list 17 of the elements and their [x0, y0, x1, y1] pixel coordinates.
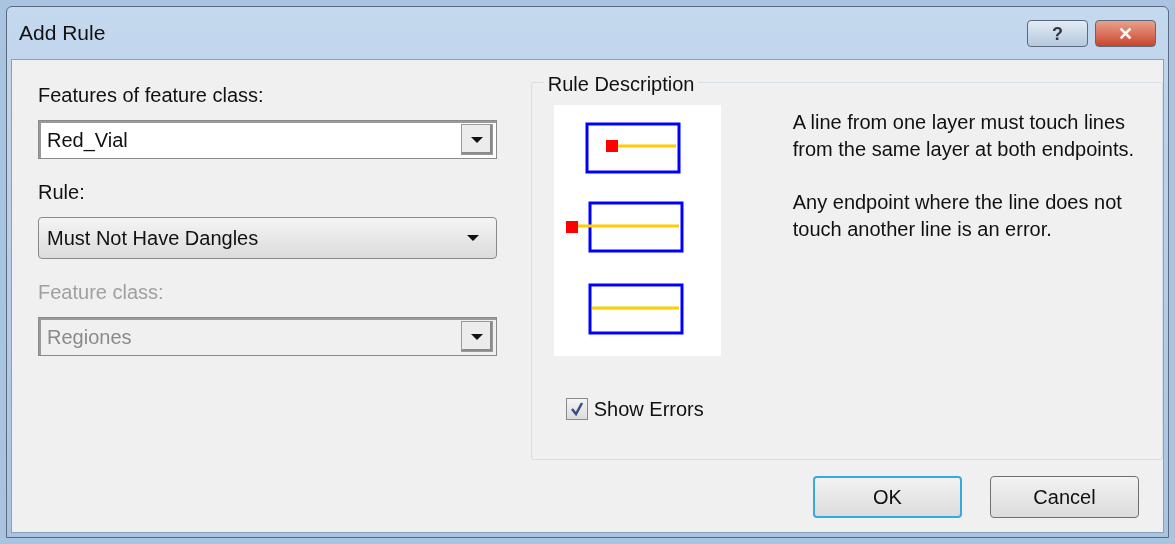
field-label: Feature class:: [38, 280, 165, 305]
description-text: A line from one layer must touch lines from the same layer at both endpoints.: [792, 110, 1136, 162]
description-text: Any endpoint where the line does not touch another line is an error.: [792, 190, 1123, 242]
field-label: Features of feature class:: [38, 83, 265, 108]
checkbox-label: Show Errors: [593, 397, 704, 422]
ok-button[interactable]: OK: [813, 476, 962, 518]
caret-icon: [469, 332, 484, 341]
dropdown-field[interactable]: Red_Vial: [38, 120, 497, 159]
check-icon: [569, 402, 584, 416]
caret-icon: [465, 234, 480, 242]
field-label: Rule:: [38, 180, 86, 205]
window-title: Add Rule: [19, 20, 107, 47]
caret-icon: [469, 135, 484, 144]
dropdown-field[interactable]: Must Not Have Dangles: [38, 217, 497, 259]
help-button[interactable]: ?: [1027, 19, 1088, 47]
cancel-button[interactable]: Cancel: [990, 476, 1139, 518]
checkbox[interactable]: [565, 398, 588, 420]
